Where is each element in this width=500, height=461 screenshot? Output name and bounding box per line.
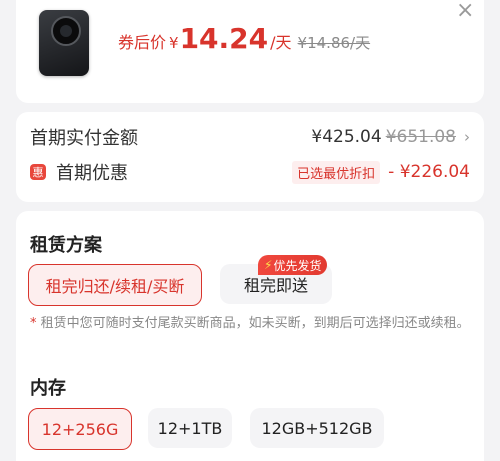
best-discount-tag: 已选最优折扣: [292, 160, 381, 184]
chevron-right-icon[interactable]: ›: [464, 128, 470, 146]
lightning-icon: ⚡: [264, 258, 273, 272]
close-icon[interactable]: ×: [456, 0, 474, 23]
memory-option-12gb-512gb[interactable]: 12GB+512GB: [250, 408, 384, 448]
options-card: 租赁方案 租完归还/续租/买断 租完即送 ⚡ 优先发货 * 租赁中您可随时支付尾…: [16, 211, 484, 461]
first-payment-price: ¥425.04: [311, 127, 382, 147]
promo-label: 首期优惠: [56, 163, 128, 184]
first-period-promo-row: 惠 首期优惠 已选最优折扣 - ¥226.04: [30, 159, 470, 185]
coupon-price-label: 券后价: [118, 33, 167, 52]
currency-symbol: ¥: [169, 34, 179, 52]
price-unit: /天: [270, 33, 292, 52]
priority-shipping-text: 优先发货: [273, 258, 322, 273]
memory-title: 内存: [30, 378, 66, 399]
product-summary-card: 券后价 ¥ 14.24 /天 ¥14.86/天 ×: [16, 0, 484, 103]
rental-plan-option-return[interactable]: 租完归还/续租/买断: [28, 264, 202, 306]
daily-price: 14.24: [179, 22, 269, 55]
rental-plan-title: 租赁方案: [30, 235, 102, 256]
memory-option-12-1tb[interactable]: 12+1TB: [148, 408, 232, 448]
first-payment-label: 首期实付金额: [30, 128, 138, 149]
priority-shipping-badge: ⚡ 优先发货: [258, 255, 328, 275]
rental-note-text: 租赁中您可随时支付尾款买断商品，如未买断，到期后可选择归还或续租。: [36, 316, 470, 331]
memory-option-12-256g[interactable]: 12+256G: [28, 408, 132, 450]
price-row: 券后价 ¥ 14.24 /天 ¥14.86/天: [118, 22, 370, 55]
first-payment-original: ¥651.08: [385, 127, 456, 147]
discount-icon: 惠: [30, 164, 46, 180]
rental-note: * 租赁中您可随时支付尾款买断商品，如未买断，到期后可选择归还或续租。: [30, 313, 470, 334]
discount-amount: - ¥226.04: [388, 162, 470, 182]
first-payment-row[interactable]: 首期实付金额 ¥425.04 ¥651.08 ›: [30, 124, 470, 150]
payment-card: 首期实付金额 ¥425.04 ¥651.08 › 惠 首期优惠 已选最优折扣 -…: [16, 112, 484, 202]
original-daily-price: ¥14.86/天: [297, 34, 371, 52]
product-thumbnail: [39, 10, 89, 76]
